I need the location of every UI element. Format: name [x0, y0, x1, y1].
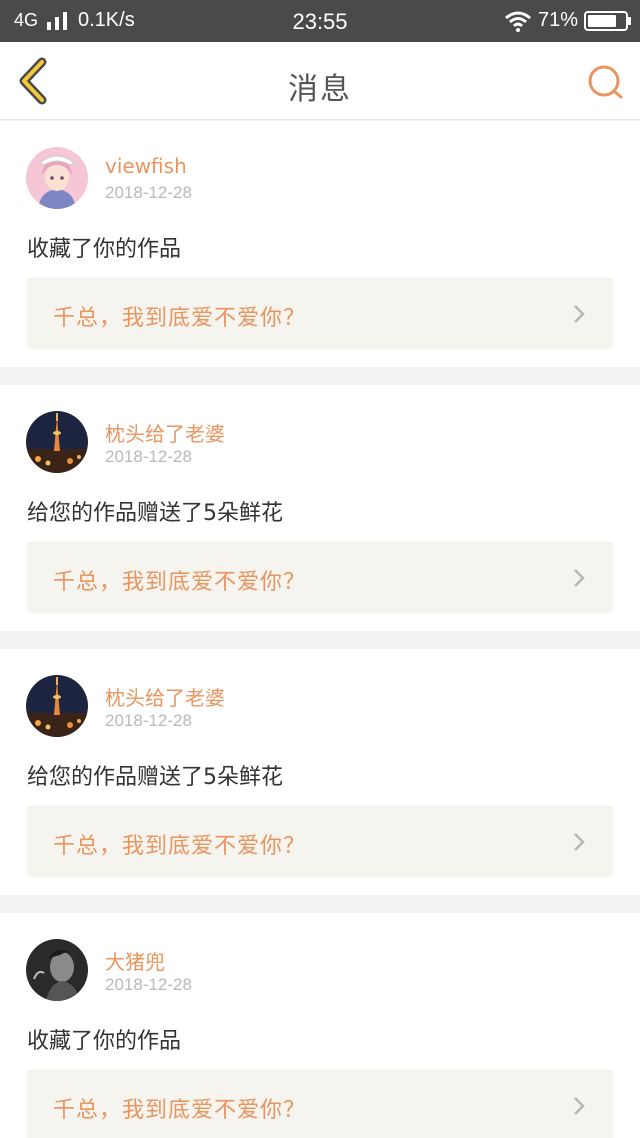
chevron-right-icon	[574, 1097, 585, 1115]
message-card: viewfish 2018-12-28 收藏了你的作品 千总，我到底爱不爱你？	[0, 121, 640, 367]
message-action: 收藏了你的作品	[27, 237, 182, 262]
chevron-right-icon	[574, 569, 585, 587]
wifi-icon	[505, 11, 531, 32]
work-link[interactable]: 千总，我到底爱不爱你？	[27, 805, 613, 877]
message-action: 收藏了你的作品	[27, 1029, 182, 1054]
avatar[interactable]	[26, 411, 88, 473]
work-title: 千总，我到底爱不爱你？	[53, 570, 307, 595]
chevron-right-icon	[574, 305, 585, 323]
nav-bar: 消息	[0, 42, 640, 120]
battery-icon	[584, 11, 631, 31]
username[interactable]: 大猪兜	[105, 946, 165, 975]
work-link[interactable]: 千总，我到底爱不爱你？	[27, 277, 613, 349]
message-date: 2018-12-28	[105, 447, 192, 466]
battery-percent: 71%	[538, 9, 579, 31]
message-date: 2018-12-28	[105, 711, 192, 730]
anime-girl-avatar-icon	[26, 147, 88, 209]
work-title: 千总，我到底爱不爱你？	[53, 306, 307, 331]
avatar[interactable]	[26, 675, 88, 737]
message-action: 给您的作品赠送了5朵鲜花	[27, 501, 283, 526]
username[interactable]: 枕头给了老婆	[105, 682, 225, 711]
chevron-right-icon	[574, 833, 585, 851]
work-title: 千总，我到底爱不爱你？	[53, 834, 307, 859]
message-card: 枕头给了老婆 2018-12-28 给您的作品赠送了5朵鲜花 千总，我到底爱不爱…	[0, 649, 640, 895]
message-list: viewfish 2018-12-28 收藏了你的作品 千总，我到底爱不爱你？	[0, 121, 640, 1138]
work-link[interactable]: 千总，我到底爱不爱你？	[27, 1069, 613, 1138]
work-link[interactable]: 千总，我到底爱不爱你？	[27, 541, 613, 613]
message-card: 枕头给了老婆 2018-12-28 给您的作品赠送了5朵鲜花 千总，我到底爱不爱…	[0, 385, 640, 631]
avatar[interactable]	[26, 147, 88, 209]
status-bar: 4G 0.1K/s 23:55 71%	[0, 0, 640, 42]
message-card: 大猪兜 2018-12-28 收藏了你的作品 千总，我到底爱不爱你？	[0, 913, 640, 1138]
night-tower-avatar-icon	[26, 411, 88, 473]
message-date: 2018-12-28	[105, 975, 192, 994]
message-action: 给您的作品赠送了5朵鲜花	[27, 765, 283, 790]
night-tower-avatar-icon	[26, 675, 88, 737]
avatar[interactable]	[26, 939, 88, 1001]
bw-portrait-avatar-icon	[26, 939, 88, 1001]
work-title: 千总，我到底爱不爱你？	[53, 1098, 307, 1123]
username[interactable]: 枕头给了老婆	[105, 418, 225, 447]
search-icon[interactable]	[584, 62, 626, 102]
page-title: 消息	[288, 72, 352, 107]
message-date: 2018-12-28	[105, 183, 192, 202]
username[interactable]: viewfish	[105, 154, 187, 178]
